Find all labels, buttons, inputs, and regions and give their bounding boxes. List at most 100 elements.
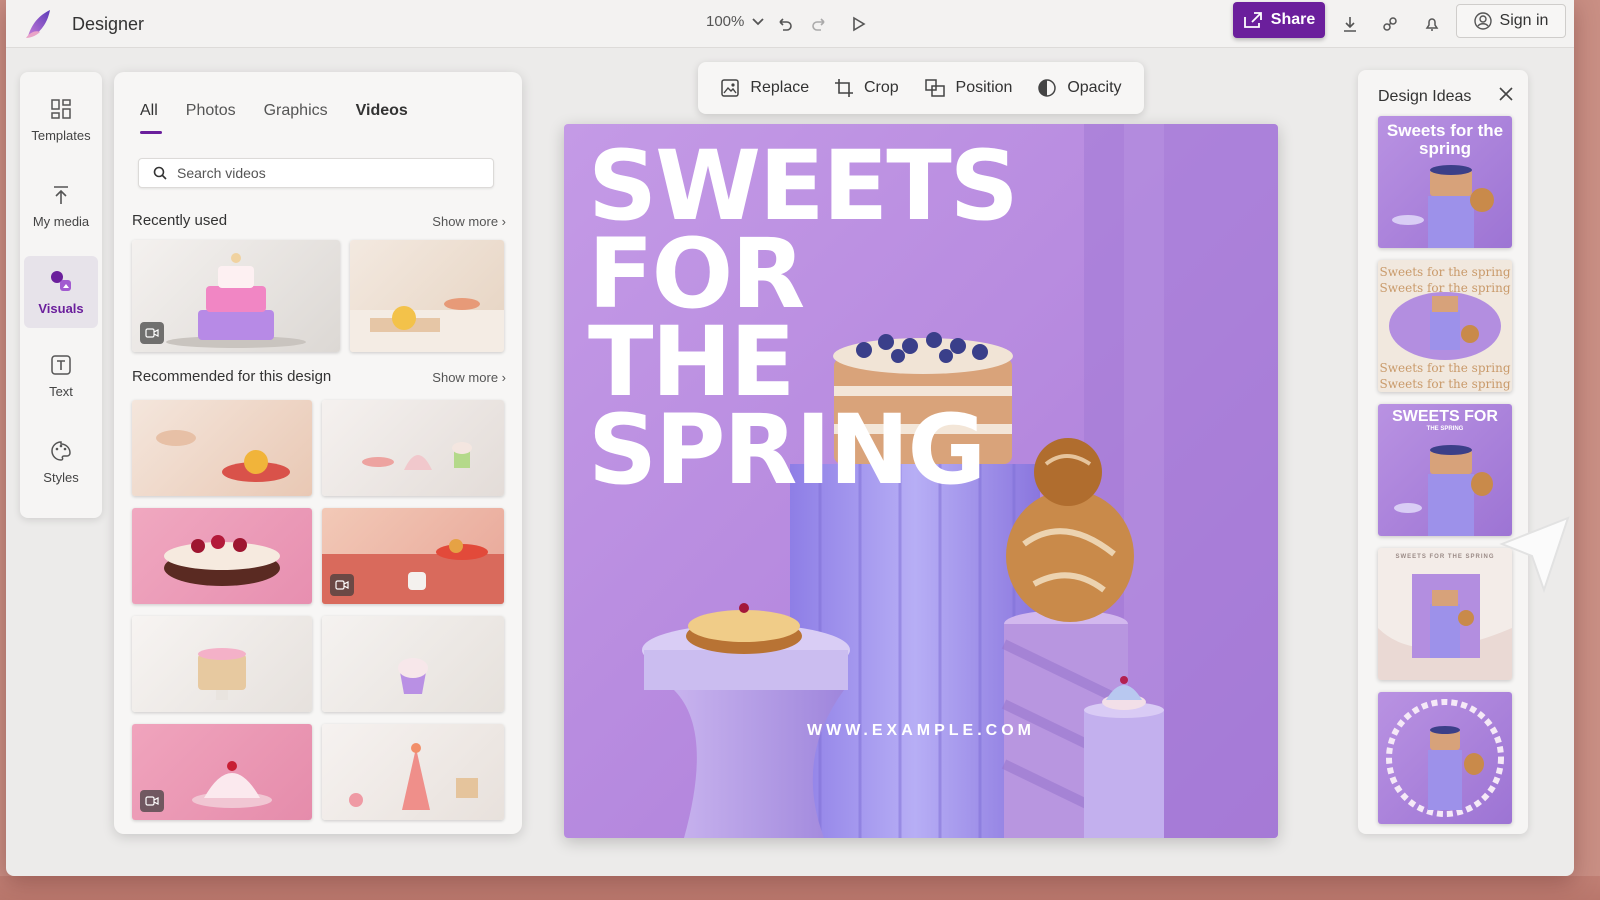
tab-graphics[interactable]: Graphics [264, 102, 328, 134]
redo-icon[interactable] [806, 10, 834, 38]
design-idea-card[interactable]: Sweets for the spring Sweets for the spr… [1378, 260, 1512, 392]
chevron-down-icon [752, 17, 765, 25]
recommended-title: Recommended for this design [132, 368, 332, 385]
show-more-label: Show more [432, 214, 499, 229]
layer-cake-image [198, 648, 246, 700]
rail-item-text[interactable]: Text [24, 340, 98, 412]
media-thumbnail[interactable] [132, 724, 312, 820]
image-toolbar: Replace Crop Position Opacity [698, 62, 1144, 114]
cupcake-image [398, 658, 428, 694]
designer-logo-icon [26, 10, 50, 38]
tab-videos[interactable]: Videos [356, 102, 408, 134]
media-thumbnail[interactable] [322, 724, 504, 820]
design-ideas-title: Design Ideas [1378, 88, 1472, 105]
media-thumbnail[interactable] [132, 508, 312, 604]
user-icon [1473, 12, 1492, 30]
media-thumbnail[interactable] [322, 616, 504, 712]
rail-item-styles[interactable]: Styles [24, 426, 98, 498]
headline-line: SPRING [588, 394, 986, 506]
zoom-level: 100% [706, 13, 745, 30]
rail-label: Templates [31, 127, 91, 143]
search-input[interactable]: Search videos [138, 158, 494, 188]
left-rail: Templates My media Visuals Text Styles [20, 72, 102, 518]
designer-window: Designer 100% Share Sign in Templates My… [6, 0, 1574, 876]
media-thumbnail[interactable] [322, 508, 504, 604]
connect-icon[interactable] [1376, 10, 1404, 38]
download-icon[interactable] [1336, 10, 1364, 38]
design-canvas[interactable]: SWEETS FOR THE SPRING WWW.EXAMPLE.COM [564, 124, 1278, 838]
text-icon [51, 354, 71, 375]
headline-line: THE [588, 306, 795, 418]
zoom-dropdown[interactable]: 100% [706, 13, 765, 30]
video-badge-icon [140, 790, 164, 812]
show-more-link[interactable]: Show more › [432, 214, 506, 229]
opacity-label: Opacity [1067, 79, 1122, 96]
design-ideas-panel: Design Ideas Sweets for the spring Sweet… [1358, 70, 1528, 834]
video-badge-icon [140, 322, 164, 344]
share-icon [1243, 12, 1262, 28]
media-thumbnail[interactable] [132, 616, 312, 712]
search-icon [153, 166, 167, 180]
tab-all[interactable]: All [140, 102, 162, 134]
rail-label: Visuals [38, 300, 84, 316]
media-thumbnail[interactable] [350, 240, 504, 352]
rail-label: My media [32, 213, 90, 229]
video-badge-icon [330, 574, 354, 596]
recently-used-title: Recently used [132, 212, 228, 229]
headline-line: FOR [588, 218, 805, 330]
share-button[interactable]: Share [1233, 2, 1325, 38]
play-icon[interactable] [844, 10, 872, 38]
rail-item-my-media[interactable]: My media [24, 170, 98, 242]
app-title: Designer [72, 14, 145, 34]
media-thumbnail[interactable] [132, 240, 340, 352]
citrus-image [156, 430, 290, 482]
design-idea-card[interactable]: Sweets for the spring [1378, 116, 1512, 248]
opacity-icon [1038, 79, 1057, 97]
position-button[interactable]: Position [924, 78, 1013, 98]
show-more-label: Show more [432, 370, 499, 385]
position-label: Position [955, 79, 1013, 96]
chocolate-cake-image [164, 535, 280, 586]
design-idea-card[interactable]: SWEETS FOR THE SPRING [1378, 404, 1512, 536]
rail-item-visuals[interactable]: Visuals [24, 256, 98, 328]
headline-text[interactable]: SWEETS FOR THE SPRING [588, 130, 1019, 506]
close-icon[interactable] [1496, 84, 1516, 104]
website-url-text[interactable]: WWW.EXAMPLE.COM [564, 722, 1278, 740]
crop-icon [834, 79, 853, 97]
sign-in-label: Sign in [1499, 12, 1549, 29]
notifications-icon[interactable] [1418, 10, 1446, 38]
rail-label: Styles [43, 469, 79, 485]
media-thumbnail[interactable] [132, 400, 312, 496]
media-thumbnail[interactable] [322, 400, 504, 496]
media-tabs: All Photos Graphics Videos [140, 102, 408, 134]
replace-image-icon [721, 79, 740, 97]
desserts-image [362, 442, 472, 470]
replace-button[interactable]: Replace [720, 78, 809, 98]
crop-label: Crop [863, 79, 899, 96]
design-idea-card[interactable]: SWEETS FOR THE SPRING SWEETS FOR THE SPR… [1378, 548, 1512, 680]
opacity-button[interactable]: Opacity [1037, 78, 1122, 98]
tab-photos[interactable]: Photos [186, 102, 236, 134]
rail-item-templates[interactable]: Templates [24, 84, 98, 156]
macaron-tower-image [349, 743, 478, 810]
idea-artwork [1386, 699, 1504, 817]
design-idea-card[interactable] [1378, 692, 1512, 824]
kitchen-image [350, 298, 504, 352]
cursor-pointer-icon [1499, 516, 1570, 594]
visuals-panel: All Photos Graphics Videos Search videos… [114, 72, 522, 834]
undo-icon[interactable] [770, 10, 798, 38]
headline-line: SWEETS [588, 130, 1019, 242]
sign-in-button[interactable]: Sign in [1456, 4, 1566, 38]
rail-label: Text [49, 383, 73, 399]
share-label: Share [1270, 11, 1316, 28]
position-icon [924, 79, 945, 97]
idea-artwork [1378, 574, 1512, 680]
top-bar: Designer 100% Share Sign in [6, 0, 1574, 48]
search-placeholder: Search videos [177, 165, 266, 181]
upload-icon [54, 185, 68, 204]
styles-icon [51, 440, 71, 461]
crop-button[interactable]: Crop [834, 78, 899, 98]
templates-icon [51, 98, 71, 119]
idea-artwork [1394, 445, 1493, 536]
show-more-link[interactable]: Show more › [432, 370, 506, 385]
